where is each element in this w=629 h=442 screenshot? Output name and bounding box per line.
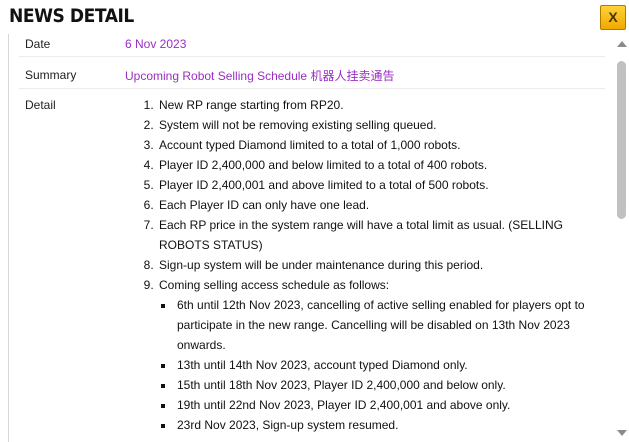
scroll-up-arrow-icon[interactable] [617,41,627,47]
dialog-titlebar: NEWS DETAIL X [0,0,629,34]
scroll-down-arrow-icon[interactable] [617,430,627,436]
detail-item: New RP range starting from RP20. [157,95,587,115]
detail-item: Each RP price in the system range will h… [157,215,587,255]
date-label: Date [25,37,51,51]
summary-value: Upcoming Robot Selling Schedule 机器人挂卖通告 [125,69,395,83]
detail-item: Player ID 2,400,000 and below limited to… [157,155,587,175]
detail-item: Sign-up system will be under maintenance… [157,255,587,275]
news-detail-table: Date 6 Nov 2023 Summary Upcoming Robot S… [8,34,613,442]
detail-item: System will not be removing existing sel… [157,115,587,135]
schedule-item: 6th until 12th Nov 2023, cancelling of a… [175,295,587,355]
detail-item: Player ID 2,400,001 and above limited to… [157,175,587,195]
date-value: 6 Nov 2023 [125,37,187,51]
detail-label: Detail [25,98,56,112]
detail-item-text: Coming selling access schedule as follow… [159,278,390,292]
date-row: Date 6 Nov 2023 [19,34,605,57]
schedule-item: 23rd Nov 2023, Sign-up system resumed. [175,415,587,435]
schedule-list: 6th until 12th Nov 2023, cancelling of a… [159,295,587,435]
summary-label: Summary [25,68,77,82]
dialog-title: NEWS DETAIL [9,5,134,27]
close-button[interactable]: X [600,5,626,30]
schedule-item: 15th until 18th Nov 2023, Player ID 2,40… [175,375,587,395]
schedule-item: 13th until 14th Nov 2023, account typed … [175,355,587,375]
detail-row: Detail New RP range starting from RP20. … [19,89,613,442]
detail-body: New RP range starting from RP20. System … [115,89,613,442]
detail-item: Account typed Diamond limited to a total… [157,135,587,155]
scrollbar-thumb[interactable] [617,61,626,219]
detail-list: New RP range starting from RP20. System … [115,95,587,435]
schedule-item: 19th until 22nd Nov 2023, Player ID 2,40… [175,395,587,415]
summary-row: Summary Upcoming Robot Selling Schedule … [19,57,605,89]
detail-item: Each Player ID can only have one lead. [157,195,587,215]
detail-item: Coming selling access schedule as follow… [157,275,587,435]
